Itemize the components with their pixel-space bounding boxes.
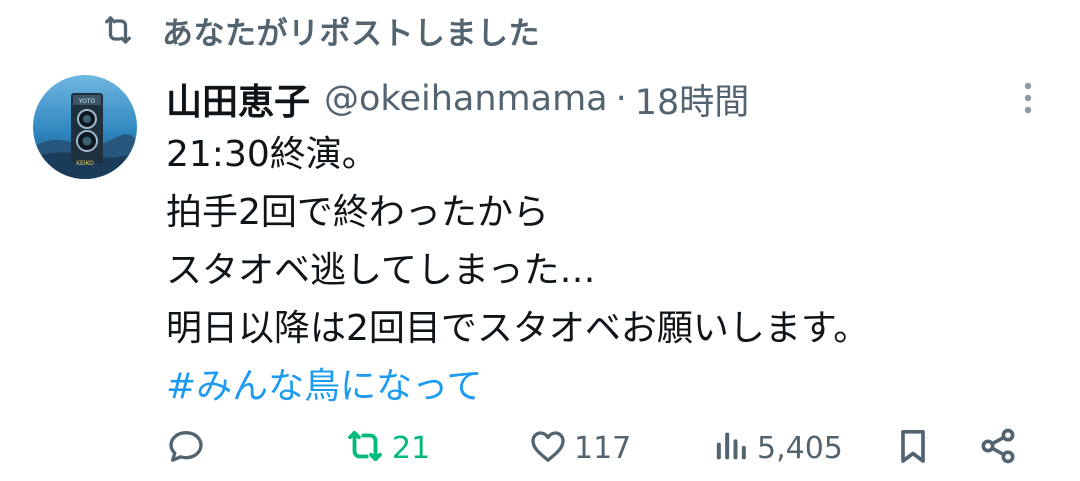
hashtag-link[interactable]: #みんな鳥になって <box>166 366 482 407</box>
tweet-text-line: スタオベ逃してしまった… <box>166 250 596 291</box>
reply-icon <box>166 426 206 470</box>
tweet-hashtag-line: #みんな鳥になって <box>166 358 1046 416</box>
display-name[interactable]: 山田恵子 <box>166 73 310 125</box>
bookmark-icon <box>893 426 933 470</box>
retweet-count: 21 <box>392 430 431 466</box>
avatar[interactable]: YOTO KEIKO <box>33 75 137 179</box>
tweet-header: 山田恵子 @okeihanmama · 18時間 <box>166 70 749 128</box>
tweet-text-line: 明日以降は2回目でスタオベお願いします。 <box>166 308 870 349</box>
retweet-icon <box>344 425 386 471</box>
repost-icon <box>100 12 136 48</box>
user-handle[interactable]: @okeihanmama <box>324 79 608 119</box>
more-button[interactable] <box>1010 80 1046 120</box>
like-button[interactable]: 117 <box>528 420 631 476</box>
share-icon <box>978 426 1018 470</box>
more-vertical-icon <box>1021 80 1035 120</box>
views-icon <box>711 426 751 470</box>
tweet-body: 21:30終演。 拍手2回で終わったから スタオベ逃してしまった… 明日以降は2… <box>166 126 1046 416</box>
tweet-text-line: 拍手2回で終わったから <box>166 192 549 233</box>
repost-banner-text: あなたがリポストしました <box>162 15 540 52</box>
avatar-image: YOTO KEIKO <box>33 75 137 179</box>
retweet-button[interactable]: 21 <box>344 420 430 476</box>
bookmark-button[interactable] <box>893 420 933 476</box>
repost-banner[interactable]: あなたがリポストしました <box>100 8 540 52</box>
tweet-text-line: 21:30終演。 <box>166 134 378 175</box>
svg-text:KEIKO: KEIKO <box>76 160 94 167</box>
separator-dot: · <box>615 79 627 119</box>
reply-button[interactable] <box>166 420 206 476</box>
views-button[interactable]: 5,405 <box>711 420 843 476</box>
views-count: 5,405 <box>757 430 843 466</box>
heart-icon <box>528 426 568 470</box>
share-button[interactable] <box>978 420 1018 476</box>
action-bar: 21 117 5,405 <box>166 420 1036 476</box>
svg-text:YOTO: YOTO <box>78 98 96 105</box>
tweet-page: あなたがリポストしました YOTO KEIKO 山田恵子 @okeihanmam… <box>0 0 1080 481</box>
like-count: 117 <box>574 430 632 466</box>
tweet-time[interactable]: 18時間 <box>635 74 750 125</box>
